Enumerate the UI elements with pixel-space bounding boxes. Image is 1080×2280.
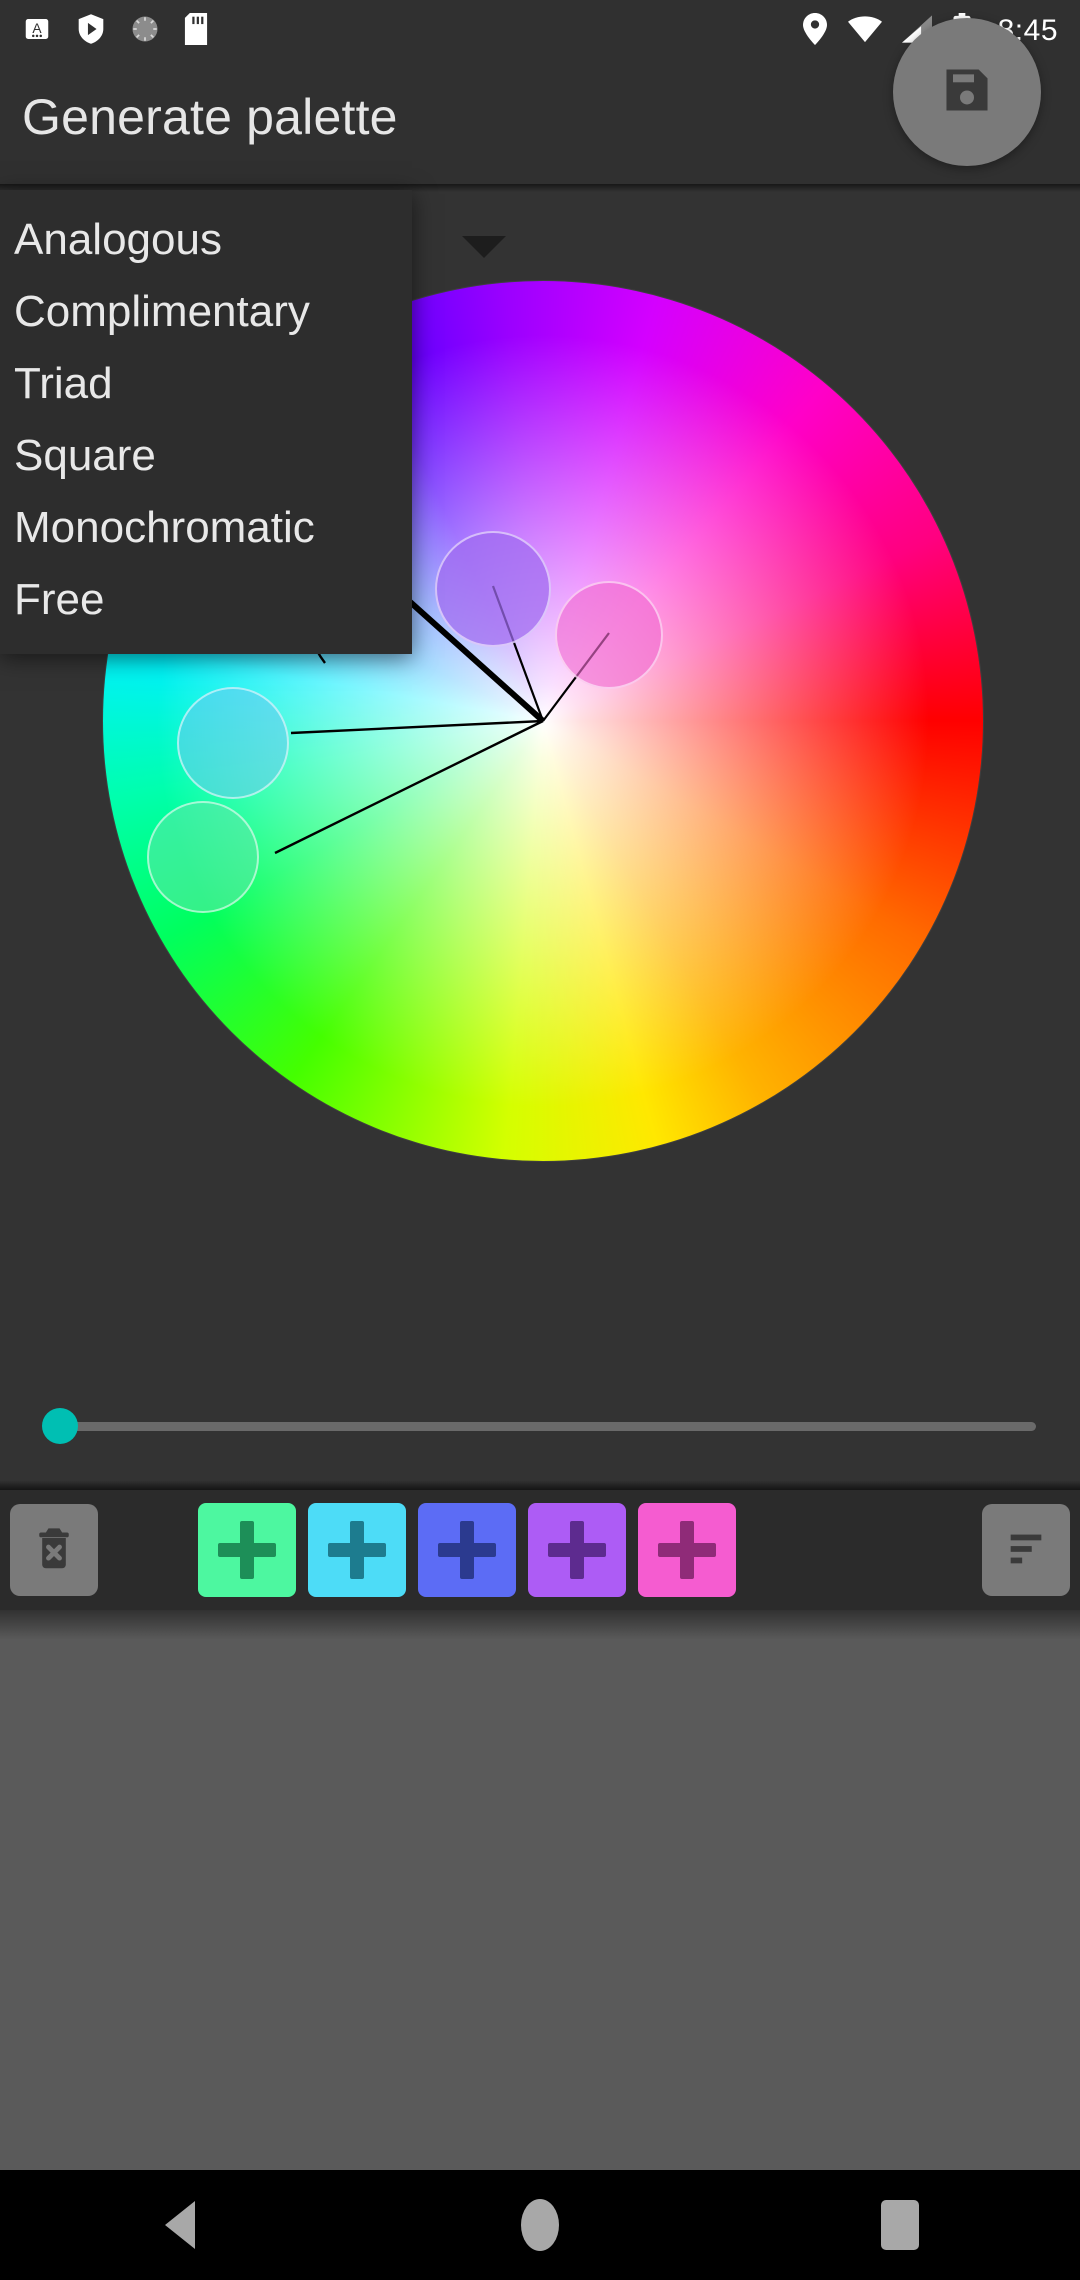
menu-item-analogous[interactable]: Analogous <box>0 204 412 276</box>
menu-item-monochromatic[interactable]: Monochromatic <box>0 492 412 564</box>
toolbar-shadow <box>0 1480 1080 1490</box>
swatch-cyan[interactable] <box>308 1503 406 1597</box>
home-circle-icon <box>521 2199 559 2251</box>
nav-recents-button[interactable] <box>810 2170 990 2280</box>
swatch-purple[interactable] <box>528 1503 626 1597</box>
nav-home-button[interactable] <box>450 2170 630 2280</box>
menu-item-triad[interactable]: Triad <box>0 348 412 420</box>
save-fab-button[interactable] <box>893 18 1041 166</box>
trash-x-icon <box>31 1524 77 1577</box>
wifi-icon <box>847 15 882 48</box>
status-bar-left-icons: A <box>22 12 208 50</box>
nav-back-button[interactable] <box>90 2170 270 2280</box>
save-floppy-icon <box>939 62 995 123</box>
sort-palette-button[interactable] <box>982 1504 1070 1596</box>
menu-item-free[interactable]: Free <box>0 564 412 636</box>
wheel-handle-4[interactable] <box>147 801 259 913</box>
slider-thumb[interactable] <box>42 1408 78 1444</box>
sort-list-icon <box>1003 1528 1049 1573</box>
back-triangle-icon <box>165 2201 195 2249</box>
sd-card-icon <box>184 12 208 50</box>
palette-type-dropdown-menu: Analogous Complimentary Triad Square Mon… <box>0 190 412 654</box>
lower-pane <box>0 1610 1080 2170</box>
color-swatch-list <box>198 1503 736 1597</box>
menu-item-complimentary[interactable]: Complimentary <box>0 276 412 348</box>
chevron-down-icon[interactable] <box>462 236 506 258</box>
wheel-handle-2[interactable] <box>555 581 663 689</box>
phone-screen: A 8:45 Generate palette Analogous Compli… <box>0 0 1080 2280</box>
location-pin-icon <box>802 12 828 50</box>
swatch-blue[interactable] <box>418 1503 516 1597</box>
swatch-pink[interactable] <box>638 1503 736 1597</box>
play-protect-shield-icon <box>76 13 106 50</box>
slider-track[interactable] <box>48 1422 1036 1431</box>
swatch-green[interactable] <box>198 1503 296 1597</box>
brightness-slider[interactable] <box>0 1392 1080 1462</box>
wheel-handle-3[interactable] <box>177 687 289 799</box>
caption-icon: A <box>22 14 52 49</box>
wheel-handle-1[interactable] <box>435 531 551 647</box>
palette-toolbar <box>0 1480 1080 1610</box>
lower-pane-shadow <box>0 1610 1080 1640</box>
loading-circle-icon <box>130 14 160 49</box>
page-title: Generate palette <box>22 89 398 145</box>
menu-item-square[interactable]: Square <box>0 420 412 492</box>
svg-text:A: A <box>32 20 42 35</box>
recents-square-icon <box>881 2200 919 2250</box>
android-navigation-bar <box>0 2170 1080 2280</box>
delete-palette-button[interactable] <box>10 1504 98 1596</box>
